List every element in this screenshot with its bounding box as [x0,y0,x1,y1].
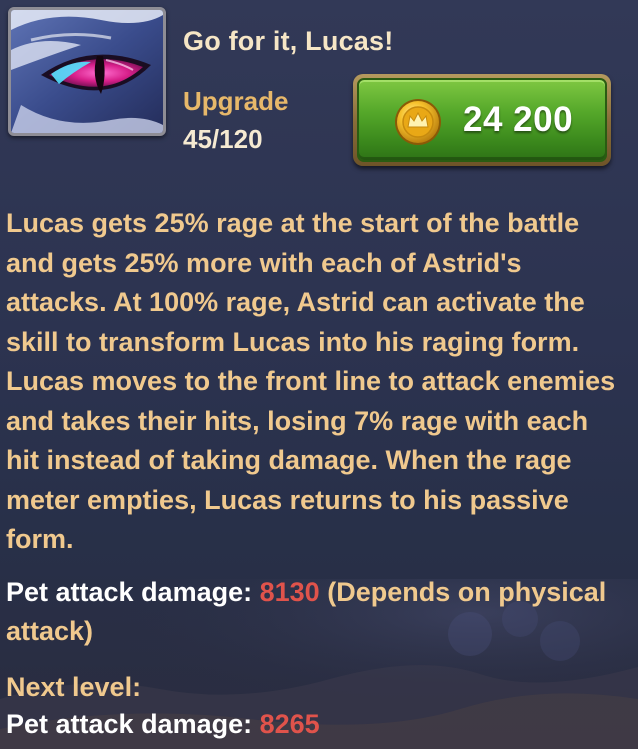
next-level-stat: Pet attack damage: 8265 [6,705,626,744]
dragon-eye-icon [8,7,166,136]
next-stat-label: Pet attack damage: [6,709,253,739]
current-stat: Pet attack damage: 8130 (Depends on phys… [6,573,626,651]
gold-coin-crown-icon [395,99,441,145]
upgrade-button-face: 24 200 [357,78,607,162]
upgrade-button[interactable]: 24 200 [353,74,611,166]
stat-value: 8130 [259,577,320,607]
skill-title: Go for it, Lucas! [183,26,394,56]
skill-info-panel: Go for it, Lucas! Upgrade 45/120 24 200 [0,0,638,749]
skill-description: Lucas gets 25% rage at the start of the … [6,208,616,554]
upgrade-cost: 24 200 [463,100,574,139]
upgrade-progress: 45/120 [183,124,263,154]
upgrade-label: Upgrade [183,86,289,116]
stat-label: Pet attack damage: [6,577,253,607]
next-level-label: Next level: [6,672,142,702]
next-stat-value: 8265 [259,709,320,739]
